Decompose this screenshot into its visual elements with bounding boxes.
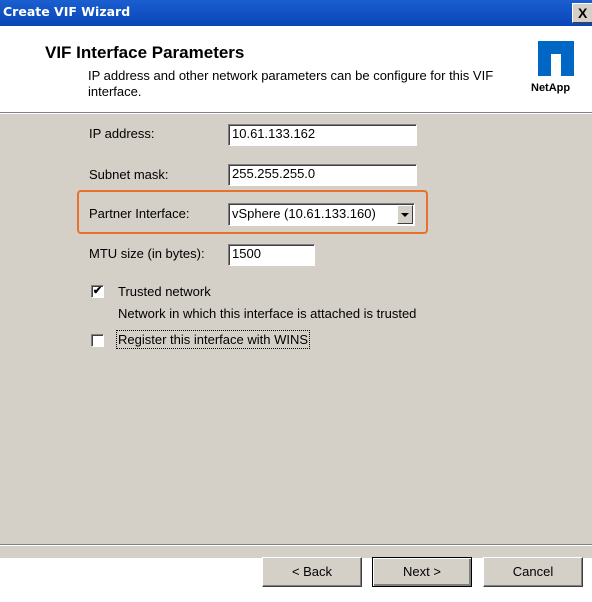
ip-address-label: IP address: [89,126,155,141]
logo-text: NetApp [531,82,571,94]
back-button[interactable]: < Back [262,557,362,587]
partner-interface-select[interactable]: vSphere (10.61.133.160) [228,203,415,226]
ip-address-input[interactable]: 10.61.133.162 [228,124,417,146]
trusted-network-description: Network in which this interface is attac… [118,306,417,321]
page-title: VIF Interface Parameters [45,43,245,62]
close-button[interactable]: X [572,3,592,23]
netapp-logo-icon [538,41,574,76]
subnet-mask-input[interactable]: 255.255.255.0 [228,164,417,186]
trusted-network-checkbox[interactable]: ✔ [91,285,104,298]
mtu-size-input[interactable]: 1500 [228,244,315,266]
trusted-network-label[interactable]: Trusted network [118,284,211,299]
subnet-mask-label: Subnet mask: [89,167,169,182]
title-bar[interactable]: Create VIF Wizard X [0,0,592,26]
mtu-size-label: MTU size (in bytes): [89,246,205,261]
register-wins-label[interactable]: Register this interface with WINS [115,330,311,349]
footer-divider [0,544,592,546]
page-description: IP address and other network parameters … [88,68,494,99]
next-button[interactable]: Next > [372,557,472,587]
wizard-header: VIF Interface Parameters IP address and … [0,26,592,112]
dropdown-arrow-icon[interactable] [397,205,413,224]
partner-interface-value: vSphere (10.61.133.160) [232,206,376,221]
window-title: Create VIF Wizard [3,4,131,19]
wizard-body: IP address: 10.61.133.162 Subnet mask: 2… [0,114,592,558]
partner-interface-label: Partner Interface: [89,206,190,221]
cancel-button[interactable]: Cancel [483,557,583,587]
register-wins-checkbox[interactable] [91,334,104,347]
netapp-logo: NetApp [531,41,587,101]
